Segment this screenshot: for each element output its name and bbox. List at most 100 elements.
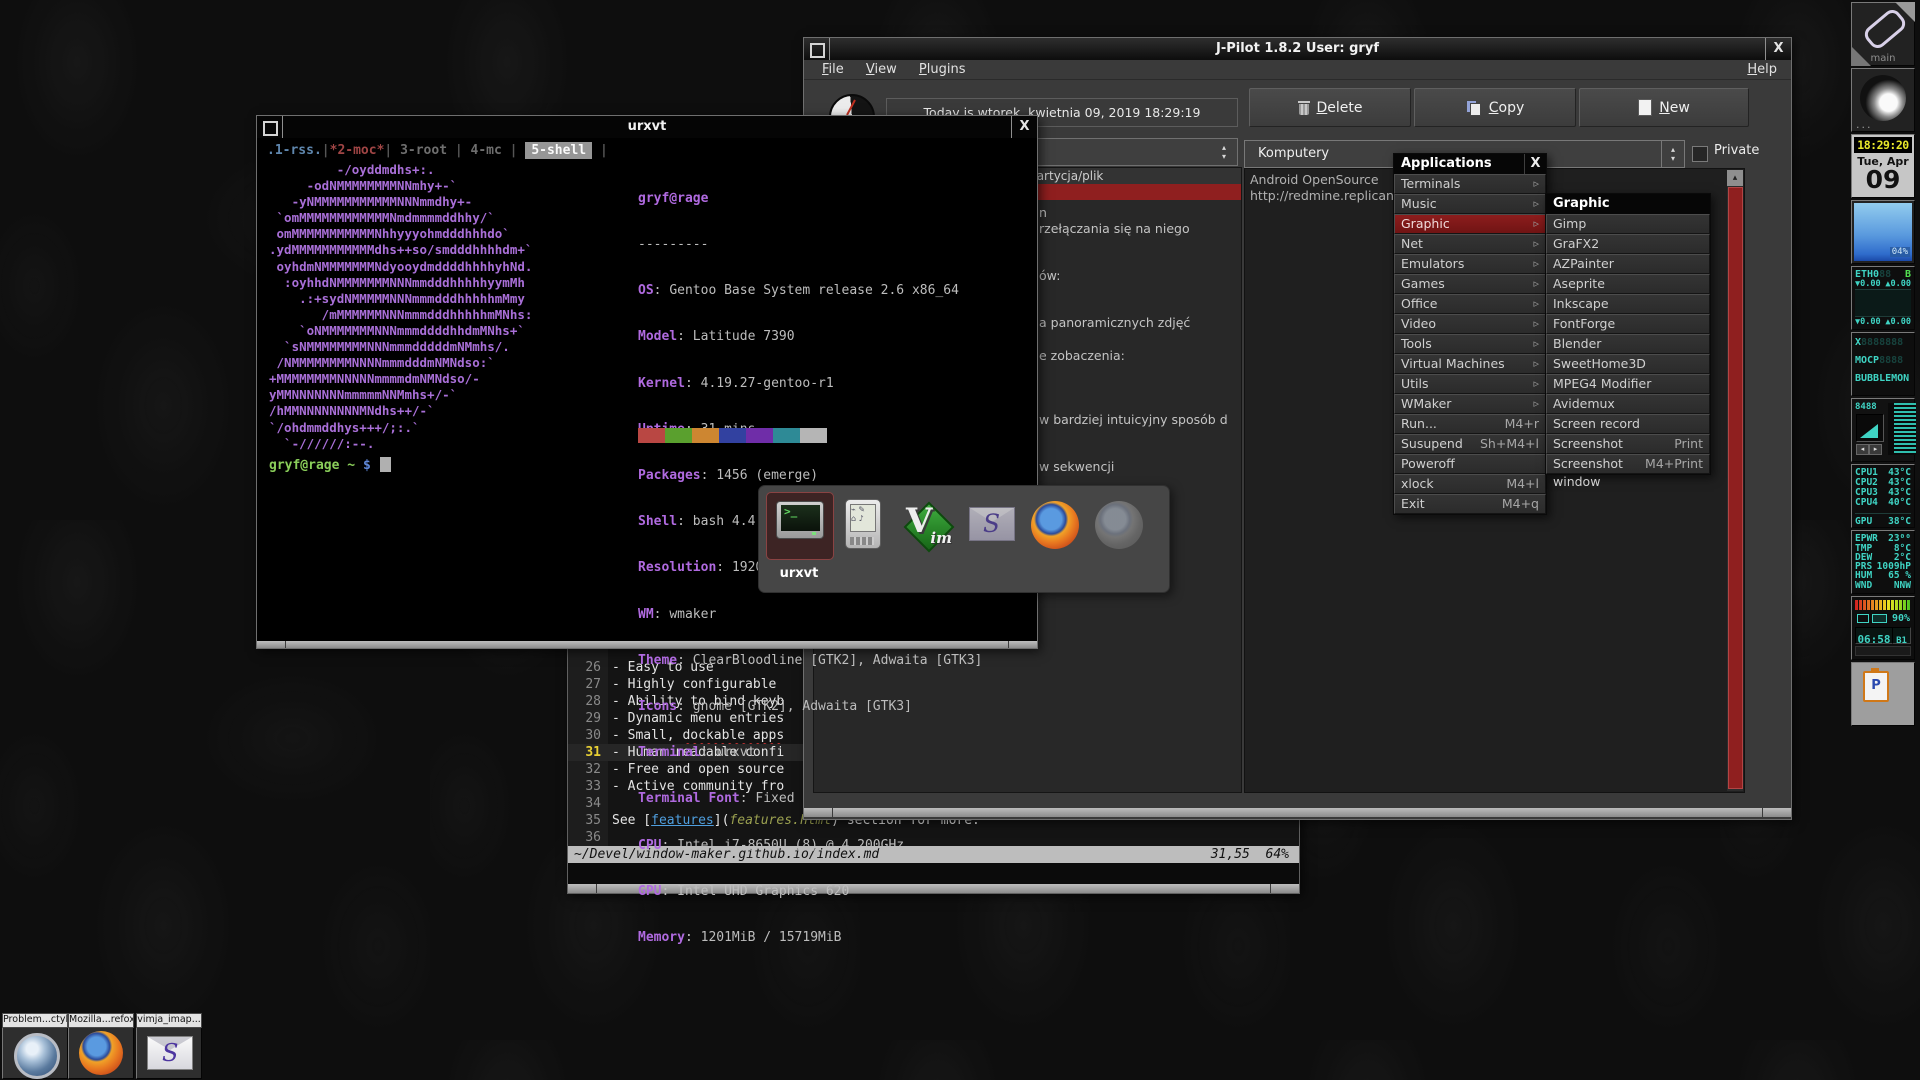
list-item[interactable]: Android OpenSource: [1250, 172, 1379, 187]
shell-prompt[interactable]: gryf@rage ~ $: [269, 457, 391, 473]
menu-item-poweroff[interactable]: Poweroff: [1394, 454, 1546, 474]
menu-item-avidemux[interactable]: Avidemux: [1546, 394, 1710, 414]
switcher-icon-urxvt[interactable]: >_: [767, 493, 831, 557]
neofetch-user-host: gryf@rage: [638, 191, 708, 206]
memo-line: rzełączania się na niego: [1039, 221, 1190, 236]
dock-clip[interactable]: main: [1851, 2, 1915, 66]
window-title: urxvt: [628, 119, 667, 134]
menu-help[interactable]: Help: [1747, 60, 1777, 79]
close-button[interactable]: X: [1011, 116, 1037, 138]
clipboard-p-icon: P: [1863, 671, 1889, 702]
miniaturize-button[interactable]: [257, 116, 283, 138]
window-switcher-panel: >_ ⌁ ✎⌂ ♪ Vim S urxvt: [758, 485, 1170, 593]
dock-weather[interactable]: EPWR23⁰⁰ TMP8°C DEW2°C PRS1009hP HUM65 %…: [1851, 530, 1915, 594]
private-label: Private: [1714, 143, 1759, 158]
menu-plugins[interactable]: Plugins: [919, 62, 966, 77]
menu-close-icon[interactable]: X: [1524, 154, 1546, 174]
menu-item-fontforge[interactable]: FontForge: [1546, 314, 1710, 334]
menu-item-blender[interactable]: Blender: [1546, 334, 1710, 354]
resize-bar[interactable]: [257, 641, 1037, 648]
tab-rss[interactable]: .1-rss.: [267, 143, 322, 158]
menu-item-office[interactable]: Office▹: [1394, 294, 1546, 314]
menu-item-terminals[interactable]: Terminals▹: [1394, 174, 1546, 194]
menu-item-suspend[interactable]: SusupendSh+M4+l: [1394, 434, 1546, 454]
dock-lcd-monitor[interactable]: X8888888 MOCP8888 BUBBLEMON: [1851, 332, 1915, 396]
menu-item-azpainter[interactable]: AZPainter: [1546, 254, 1710, 274]
menu-item-exit[interactable]: ExitM4+q: [1394, 494, 1546, 514]
dock-battery[interactable]: 90% 06:58 B1: [1851, 596, 1915, 660]
firefox-icon: [79, 1031, 123, 1075]
right-arrow-icon: ▸: [1869, 444, 1882, 455]
miniaturize-button[interactable]: [804, 38, 830, 60]
menu-item-screenshot[interactable]: ScreenshotPrint: [1546, 434, 1710, 454]
menu-item-screenshot-window[interactable]: Screenshot windowM4+Print: [1546, 454, 1710, 474]
close-button[interactable]: X: [1765, 38, 1791, 60]
switcher-icon-vim[interactable]: Vim: [895, 493, 959, 557]
clock-day: 09: [1852, 167, 1914, 193]
menu-view[interactable]: View: [866, 62, 897, 77]
menu-item-grafx2[interactable]: GraFX2: [1546, 234, 1710, 254]
text-cursor: [380, 457, 391, 472]
switcher-icon-jpilot[interactable]: ⌁ ✎⌂ ♪: [831, 493, 895, 557]
menu-item-games[interactable]: Games▹: [1394, 274, 1546, 294]
delete-button[interactable]: Delete: [1249, 88, 1411, 127]
switcher-icon-firefox[interactable]: [1023, 493, 1087, 557]
applications-root-menu: ApplicationsX Terminals▹ Music▹ Graphic▹…: [1393, 153, 1547, 515]
menu-item-video[interactable]: Video▹: [1394, 314, 1546, 334]
mixer-arrows[interactable]: ◂▸: [1856, 444, 1882, 455]
copy-button[interactable]: Copy: [1414, 88, 1576, 127]
urxvt-titlebar[interactable]: urxvt X: [257, 116, 1037, 138]
menu-item-gimp[interactable]: Gimp: [1546, 214, 1710, 234]
menu-item-utils[interactable]: Utils▹: [1394, 374, 1546, 394]
menu-file[interactable]: File: [822, 62, 844, 77]
tab-shell-selected[interactable]: 5-shell: [525, 142, 592, 159]
menu-item-virtual-machines[interactable]: Virtual Machines▹: [1394, 354, 1546, 374]
scroll-up-icon[interactable]: ▴: [1727, 170, 1743, 186]
jpilot-titlebar[interactable]: J-Pilot 1.8.2 User: gryf X: [804, 38, 1791, 60]
terminal-tabbar: .1-rss.|*2-moc*| 3-root | 4-mc | 5-shell…: [267, 143, 608, 158]
memo-line: w bardziej intuicyjny sposób d: [1039, 412, 1228, 427]
dock-clock[interactable]: 18:29:20 Tue, Apr 09: [1851, 134, 1915, 198]
category-spinner-icon[interactable]: ▴▾: [1661, 140, 1685, 168]
new-button[interactable]: New: [1579, 88, 1749, 127]
ellipsis-icon: ...: [1856, 118, 1873, 131]
miniwindow-mozilla-old[interactable]: Problem...ctyl: [2, 1013, 68, 1079]
menu-item-run[interactable]: Run...M4+r: [1394, 414, 1546, 434]
tab-mc[interactable]: 4-mc: [463, 143, 510, 158]
menu-item-emulators[interactable]: Emulators▹: [1394, 254, 1546, 274]
spinner-icon[interactable]: ▴▾: [1213, 139, 1235, 161]
submenu-title[interactable]: Graphic: [1546, 194, 1710, 214]
empty-gauge: [1855, 646, 1911, 656]
menu-item-mpeg4-modifier[interactable]: MPEG4 Modifier: [1546, 374, 1710, 394]
menu-item-net[interactable]: Net▹: [1394, 234, 1546, 254]
dock-temp-monitor[interactable]: CPU143°C CPU243°C CPU343°C CPU440°C GPU3…: [1851, 464, 1915, 528]
dock-gnustep-sphere[interactable]: ...: [1851, 68, 1915, 132]
battery-time: 06:58: [1855, 627, 1893, 644]
menu-item-xlock[interactable]: xlockM4+l: [1394, 474, 1546, 494]
scrollbar[interactable]: ▴: [1727, 170, 1743, 791]
menu-item-sweethome3d[interactable]: SweetHome3D: [1546, 354, 1710, 374]
dock-mixer[interactable]: 8488 ◂▸: [1851, 398, 1915, 462]
load-percent: 04%: [1890, 247, 1910, 257]
scrollbar-thumb[interactable]: [1728, 187, 1743, 789]
miniwindow-mail[interactable]: S vimja_imap...: [136, 1013, 202, 1079]
mail-envelope-icon: S: [969, 507, 1015, 541]
tab-moc[interactable]: *2-moc*: [330, 143, 385, 158]
menu-item-tools[interactable]: Tools▹: [1394, 334, 1546, 354]
dock-network-monitor[interactable]: ETH088B ▼0.00▲0.00 ▼0.00▲0.00: [1851, 266, 1915, 330]
dock-app-tile[interactable]: P: [1851, 662, 1915, 726]
menu-item-aseprite[interactable]: Aseprite: [1546, 274, 1710, 294]
dock-bubblemon[interactable]: 04%: [1851, 200, 1915, 264]
scroll-percent: 64%: [1266, 847, 1289, 862]
private-checkbox[interactable]: [1692, 146, 1708, 162]
menu-item-inkscape[interactable]: Inkscape: [1546, 294, 1710, 314]
tab-root[interactable]: 3-root: [392, 143, 455, 158]
switcher-icon-firefox-inactive[interactable]: [1087, 493, 1151, 557]
menu-item-screen-record[interactable]: Screen record: [1546, 414, 1710, 434]
menu-title[interactable]: ApplicationsX: [1394, 154, 1546, 174]
menu-item-music[interactable]: Music▹: [1394, 194, 1546, 214]
switcher-icon-mail[interactable]: S: [959, 493, 1023, 557]
menu-item-graphic[interactable]: Graphic▹: [1394, 214, 1546, 234]
miniwindow-firefox[interactable]: Mozilla...refox: [68, 1013, 134, 1079]
menu-item-wmaker[interactable]: WMaker▹: [1394, 394, 1546, 414]
